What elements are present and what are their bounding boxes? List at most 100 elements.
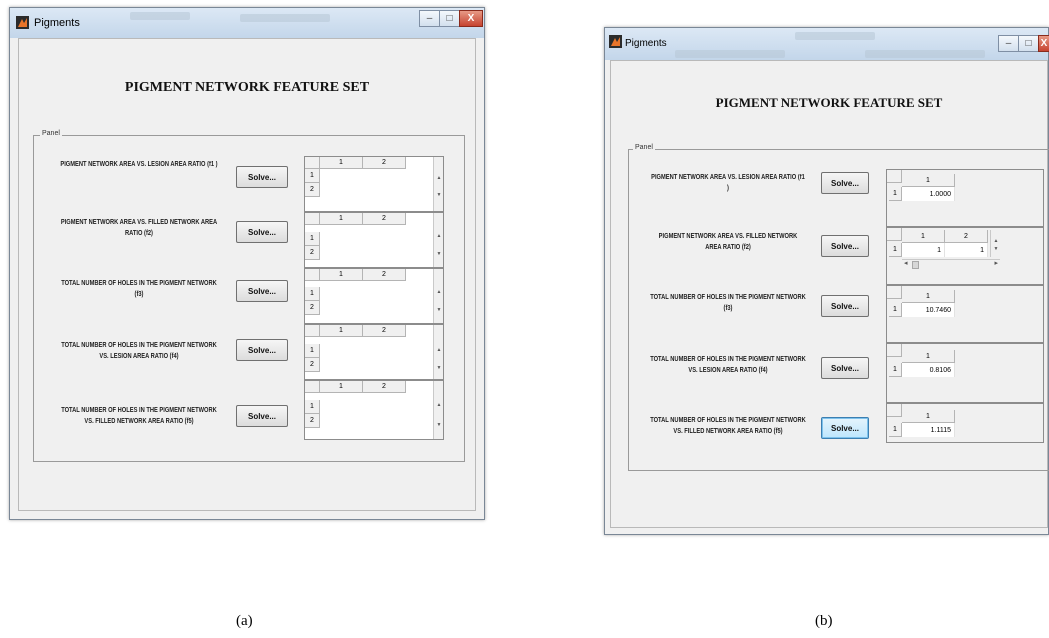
table-cell[interactable]: 1.0000 bbox=[902, 187, 955, 201]
table-cell[interactable]: 1 bbox=[945, 243, 988, 257]
column-header: 1 bbox=[320, 213, 363, 225]
vertical-scrollbar[interactable]: ▲ ▼ bbox=[990, 230, 1001, 257]
scroll-up-icon[interactable]: ▲ bbox=[434, 175, 443, 181]
scroll-down-icon[interactable]: ▼ bbox=[434, 307, 443, 313]
figure-client-area: PIGMENT NETWORK FEATURE SET Panel PIGMEN… bbox=[18, 38, 476, 511]
column-header: 1 bbox=[320, 157, 363, 169]
scroll-down-icon[interactable]: ▼ bbox=[991, 246, 1001, 252]
row-header: 2 bbox=[305, 183, 320, 197]
solve-button-f3[interactable]: Solve... bbox=[236, 280, 288, 302]
close-icon: X bbox=[1040, 38, 1048, 49]
vertical-scrollbar[interactable]: ▲ ▼ bbox=[433, 213, 443, 267]
row-header: 2 bbox=[305, 414, 320, 428]
column-header: 2 bbox=[363, 213, 406, 225]
result-table-f4[interactable]: 1 2 1 2 ▲ ▼ bbox=[304, 324, 444, 380]
pigments-window-a: Pigments – □ X PIGMENT NETWORK FEATURE S… bbox=[9, 7, 485, 520]
window-title: Pigments bbox=[625, 38, 667, 49]
row-header: 1 bbox=[305, 400, 320, 414]
table-cell[interactable]: 0.8106 bbox=[902, 363, 955, 377]
scrollbar-thumb[interactable] bbox=[912, 261, 919, 269]
vertical-scrollbar[interactable]: ▲ ▼ bbox=[433, 157, 443, 211]
close-button[interactable]: X bbox=[459, 10, 483, 27]
result-table-f1[interactable]: 1 1 1.0000 bbox=[886, 169, 1044, 227]
pigments-window-b: Pigments – □ X PIGMENT NETWORK FEATURE S… bbox=[604, 27, 1049, 535]
result-table-f5[interactable]: 1 1 1.1115 bbox=[886, 403, 1044, 443]
feature-label-f2: PIGMENT NETWORK AREA VS. FILLED NETWORK … bbox=[658, 233, 798, 251]
caption-b: (b) bbox=[815, 613, 833, 629]
scroll-up-icon[interactable]: ▲ bbox=[434, 289, 443, 295]
column-header: 2 bbox=[363, 325, 406, 337]
scroll-up-icon[interactable]: ▲ bbox=[434, 402, 443, 408]
title-bar[interactable]: Pigments – □ X bbox=[605, 28, 1049, 60]
figure-client-area: PIGMENT NETWORK FEATURE SET Panel PIGMEN… bbox=[610, 60, 1049, 528]
page-title: PIGMENT NETWORK FEATURE SET bbox=[715, 95, 943, 110]
column-header: 1 bbox=[320, 381, 363, 393]
scroll-down-icon[interactable]: ▼ bbox=[434, 192, 443, 198]
minimize-button[interactable]: – bbox=[419, 10, 440, 27]
column-header: 2 bbox=[363, 269, 406, 281]
vertical-scrollbar[interactable]: ▲ ▼ bbox=[433, 325, 443, 379]
solve-button-f1[interactable]: Solve... bbox=[821, 172, 869, 194]
title-bar[interactable]: Pigments – □ X bbox=[10, 8, 484, 38]
column-header: 1 bbox=[902, 290, 955, 303]
row-header: 1 bbox=[305, 344, 320, 358]
maximize-button[interactable]: □ bbox=[1018, 35, 1039, 52]
row-header: 2 bbox=[305, 358, 320, 372]
feature-label-f3: TOTAL NUMBER OF HOLES IN THE PIGMENT NET… bbox=[61, 280, 217, 298]
scroll-left-icon[interactable]: ◂ bbox=[904, 259, 908, 267]
scroll-up-icon[interactable]: ▲ bbox=[434, 233, 443, 239]
scroll-down-icon[interactable]: ▼ bbox=[434, 251, 443, 257]
result-table-f5[interactable]: 1 2 1 2 ▲ ▼ bbox=[304, 380, 444, 440]
close-button[interactable]: X bbox=[1038, 35, 1049, 52]
panel-label: Panel bbox=[40, 130, 62, 137]
scroll-right-icon[interactable]: ▸ bbox=[994, 259, 998, 267]
result-table-f3[interactable]: 1 1 10.7460 bbox=[886, 285, 1044, 343]
maximize-icon: □ bbox=[446, 13, 453, 24]
row-header: 2 bbox=[305, 301, 320, 315]
solve-button-f5[interactable]: Solve... bbox=[236, 405, 288, 427]
result-table-f2[interactable]: 1 2 1 1 1 ▲ ▼ ◂ ▸ bbox=[886, 227, 1044, 285]
result-table-f3[interactable]: 1 2 1 2 ▲ ▼ bbox=[304, 268, 444, 324]
feature-label-f1: PIGMENT NETWORK AREA VS. LESION AREA RAT… bbox=[651, 174, 805, 192]
result-table-f2[interactable]: 1 2 1 2 ▲ ▼ bbox=[304, 212, 444, 268]
vertical-scrollbar[interactable]: ▲ ▼ bbox=[433, 381, 443, 439]
minimize-icon: – bbox=[426, 13, 433, 24]
feature-label-f4: TOTAL NUMBER OF HOLES IN THE PIGMENT NET… bbox=[650, 356, 806, 374]
caption-a: (a) bbox=[236, 613, 253, 629]
page-title: PIGMENT NETWORK FEATURE SET bbox=[124, 80, 370, 95]
horizontal-scrollbar[interactable]: ◂ ▸ bbox=[902, 259, 1000, 269]
minimize-button[interactable]: – bbox=[998, 35, 1019, 52]
table-cell[interactable]: 10.7460 bbox=[902, 303, 955, 317]
row-header: 1 bbox=[305, 169, 320, 183]
row-header: 1 bbox=[889, 243, 902, 257]
scroll-up-icon[interactable]: ▲ bbox=[434, 347, 443, 353]
solve-button-f4[interactable]: Solve... bbox=[236, 339, 288, 361]
feature-label-f4: TOTAL NUMBER OF HOLES IN THE PIGMENT NET… bbox=[61, 342, 217, 360]
vertical-scrollbar[interactable]: ▲ ▼ bbox=[433, 269, 443, 323]
solve-button-f4[interactable]: Solve... bbox=[821, 357, 869, 379]
row-header: 1 bbox=[305, 232, 320, 246]
solve-button-f1[interactable]: Solve... bbox=[236, 166, 288, 188]
column-header: 1 bbox=[902, 410, 955, 423]
panel-label: Panel bbox=[633, 144, 655, 151]
table-cell[interactable]: 1 bbox=[902, 243, 945, 257]
feature-label-f5: TOTAL NUMBER OF HOLES IN THE PIGMENT NET… bbox=[650, 417, 806, 435]
table-cell[interactable]: 1.1115 bbox=[902, 423, 955, 437]
scroll-up-icon[interactable]: ▲ bbox=[991, 238, 1001, 244]
result-table-f4[interactable]: 1 1 0.8106 bbox=[886, 343, 1044, 403]
solve-button-f3[interactable]: Solve... bbox=[821, 295, 869, 317]
solve-button-f2[interactable]: Solve... bbox=[821, 235, 869, 257]
solve-button-f2[interactable]: Solve... bbox=[236, 221, 288, 243]
result-table-f1[interactable]: 1 2 1 2 ▲ ▼ bbox=[304, 156, 444, 212]
scroll-down-icon[interactable]: ▼ bbox=[434, 365, 443, 371]
solve-button-f5[interactable]: Solve... bbox=[821, 417, 869, 439]
column-header: 1 bbox=[320, 269, 363, 281]
maximize-button[interactable]: □ bbox=[439, 10, 460, 27]
row-header: 2 bbox=[305, 246, 320, 260]
feature-label-f2: PIGMENT NETWORK AREA VS. FILLED NETWORK … bbox=[60, 219, 218, 237]
column-header: 2 bbox=[945, 230, 988, 243]
scroll-down-icon[interactable]: ▼ bbox=[434, 422, 443, 428]
row-header: 1 bbox=[305, 287, 320, 301]
column-header: 1 bbox=[902, 174, 955, 187]
column-header: 2 bbox=[363, 381, 406, 393]
